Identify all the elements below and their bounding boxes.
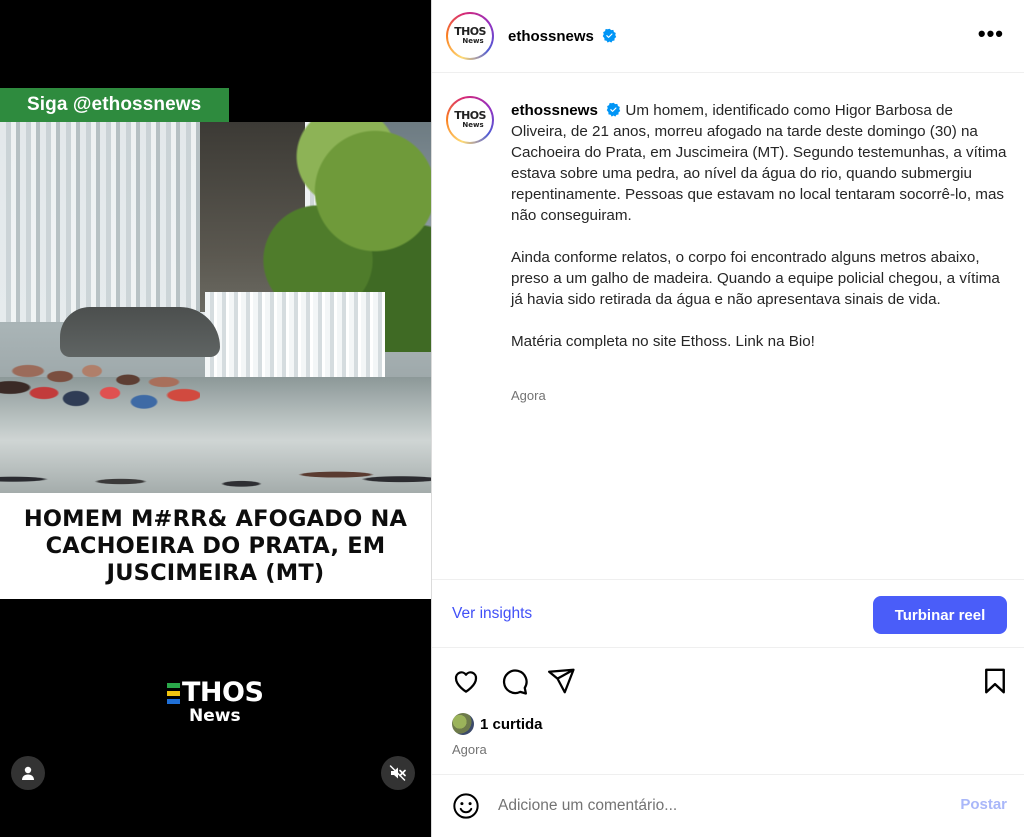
share-icon[interactable] [546, 666, 576, 696]
caption-paragraph-1: Um homem, identificado como Higor Barbos… [511, 102, 1007, 224]
avatar[interactable]: THOS News [446, 12, 494, 60]
action-bar [432, 660, 1024, 700]
view-insights-link[interactable]: Ver insights [452, 605, 532, 623]
mute-button[interactable] [381, 756, 415, 790]
comment-input[interactable] [498, 794, 918, 818]
emoji-icon[interactable] [452, 792, 480, 820]
tagged-users-button[interactable] [11, 756, 45, 790]
caption-paragraph-3: Matéria completa no site Ethoss. Link na… [511, 333, 815, 350]
comment-icon[interactable] [499, 666, 529, 696]
verified-badge-icon [602, 28, 617, 43]
video-headline: HOMEM M#RR& AFOGADO NA CACHOEIRA DO PRAT… [23, 505, 408, 586]
caption-timestamp: Agora [511, 388, 546, 403]
logo-bars-icon [167, 682, 180, 704]
verified-badge-icon [606, 102, 621, 117]
post-comment-button[interactable]: Postar [960, 796, 1007, 813]
speaker-muted-icon [389, 765, 406, 781]
headline-banner: HOMEM M#RR& AFOGADO NA CACHOEIRA DO PRAT… [0, 493, 431, 599]
more-options-button[interactable]: ••• [978, 23, 1004, 45]
reel-video[interactable]: Siga @ethossnews HOMEM M#RR& AFOGADO NA … [0, 0, 431, 837]
caption-area: THOS News ethossnews Um homem, identific… [432, 74, 1024, 580]
ethos-news-logo: THOS News [167, 679, 264, 725]
liker-avatar [452, 713, 474, 735]
boost-reel-button[interactable]: Turbinar reel [873, 596, 1007, 634]
caption-text: ethossnews Um homem, identificado como H… [511, 100, 1011, 373]
post-panel: THOS News ethossnews ••• THOS News ethos… [431, 0, 1024, 837]
save-bookmark-icon[interactable] [980, 666, 1010, 696]
post-timestamp: Agora [452, 742, 487, 757]
caption-avatar[interactable]: THOS News [446, 96, 494, 144]
header-username[interactable]: ethossnews [508, 28, 617, 45]
likes-row[interactable]: 1 curtida [452, 713, 543, 735]
heart-icon[interactable] [451, 666, 481, 696]
insights-row: Ver insights Turbinar reel [432, 581, 1024, 648]
post-header: THOS News ethossnews ••• [432, 0, 1024, 73]
follow-tag: Siga @ethossnews [0, 88, 229, 122]
caption-username[interactable]: ethossnews [511, 102, 598, 119]
caption-paragraph-2: Ainda conforme relatos, o corpo foi enco… [511, 249, 1000, 308]
person-icon [22, 766, 34, 780]
video-frame [0, 122, 431, 493]
likes-count[interactable]: 1 curtida [480, 716, 543, 733]
comment-row: Postar [432, 774, 1024, 837]
